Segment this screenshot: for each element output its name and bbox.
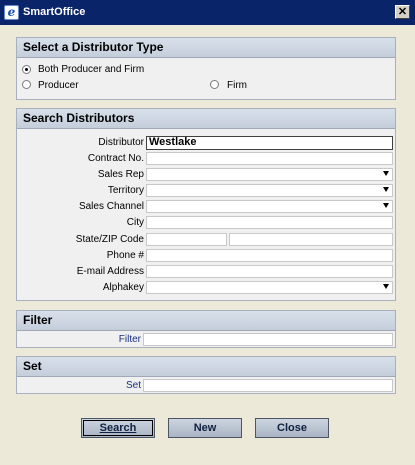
distributor-type-header: Select a Distributor Type — [17, 38, 395, 58]
city-label: City — [126, 217, 144, 228]
search-distributors-panel: Search Distributors Distributor Westlake… — [16, 108, 396, 301]
filter-label: Filter — [118, 334, 141, 345]
radio-both-producer-firm[interactable] — [22, 65, 31, 74]
radio-firm-label: Firm — [227, 80, 247, 91]
distributor-input[interactable]: Westlake — [146, 136, 393, 150]
phone-input[interactable] — [146, 249, 393, 262]
territory-select[interactable] — [146, 184, 393, 197]
contract-no-label: Contract No. — [87, 153, 144, 164]
radio-producer[interactable] — [22, 80, 31, 89]
phone-label: Phone # — [106, 250, 144, 261]
set-label: Set — [125, 380, 141, 391]
email-label: E-mail Address — [76, 266, 144, 277]
chevron-down-icon — [383, 203, 389, 208]
set-panel: Set Set — [16, 356, 396, 394]
distributor-type-panel: Select a Distributor Type Both Producer … — [16, 37, 396, 100]
chevron-down-icon — [383, 187, 389, 192]
ie-app-icon: e — [4, 5, 19, 20]
radio-producer-label: Producer — [38, 80, 79, 91]
state-input[interactable] — [146, 233, 227, 246]
sales-rep-select[interactable] — [146, 168, 393, 181]
alphakey-label: Alphakey — [102, 282, 144, 293]
zip-code-input[interactable] — [229, 233, 393, 246]
window-close-button[interactable]: ✕ — [395, 5, 410, 19]
search-distributors-header: Search Distributors — [17, 109, 395, 129]
city-input[interactable] — [146, 216, 393, 229]
radio-both-producer-firm-label: Both Producer and Firm — [38, 64, 145, 75]
set-input[interactable] — [143, 379, 393, 392]
filter-panel: Filter Filter — [16, 310, 396, 348]
distributor-label: Distributor — [98, 137, 144, 148]
close-button[interactable]: Close — [255, 418, 329, 438]
alphakey-select[interactable] — [146, 281, 393, 294]
radio-firm[interactable] — [210, 80, 219, 89]
new-button[interactable]: New — [168, 418, 242, 438]
sales-rep-label: Sales Rep — [97, 169, 144, 180]
email-input[interactable] — [146, 265, 393, 278]
contract-no-input[interactable] — [146, 152, 393, 165]
territory-label: Territory — [107, 185, 144, 196]
state-zip-label: State/ZIP Code — [75, 234, 144, 245]
window-title: SmartOffice — [23, 6, 86, 18]
title-bar: e SmartOffice ✕ — [0, 0, 415, 25]
set-header: Set — [17, 357, 395, 377]
sales-channel-select[interactable] — [146, 200, 393, 213]
sales-channel-label: Sales Channel — [78, 201, 144, 212]
filter-input[interactable] — [143, 333, 393, 346]
chevron-down-icon — [383, 284, 389, 289]
filter-header: Filter — [17, 311, 395, 331]
chevron-down-icon — [383, 171, 389, 176]
search-button[interactable]: Search — [81, 418, 155, 438]
